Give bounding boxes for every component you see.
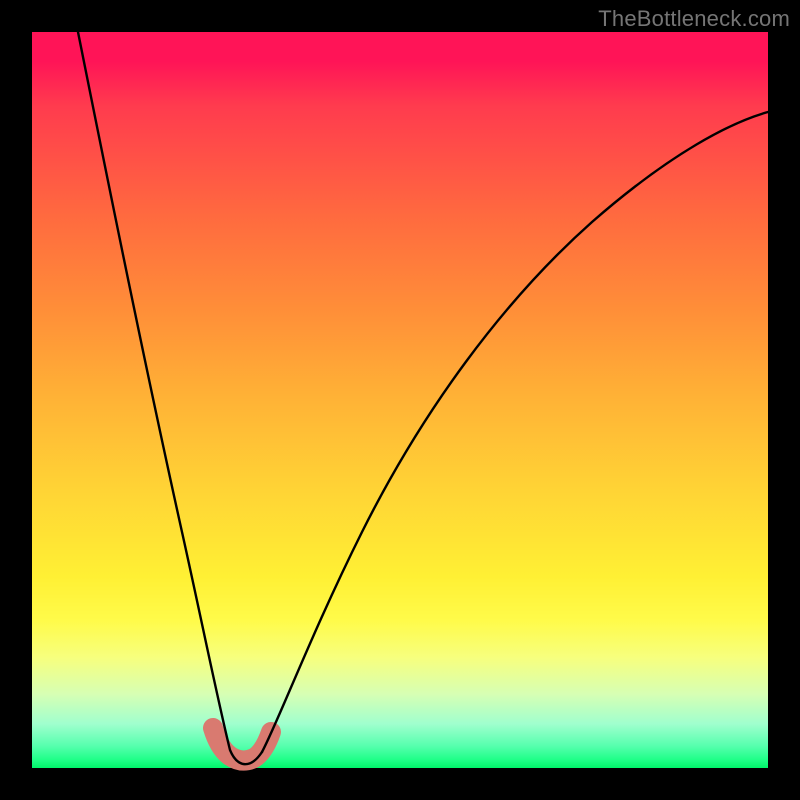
- watermark-text: TheBottleneck.com: [598, 6, 790, 32]
- chart-frame: TheBottleneck.com: [0, 0, 800, 800]
- plot-area: [32, 32, 768, 768]
- min-marker: [213, 728, 271, 761]
- bottleneck-curve: [78, 32, 768, 764]
- curve-layer: [32, 32, 768, 768]
